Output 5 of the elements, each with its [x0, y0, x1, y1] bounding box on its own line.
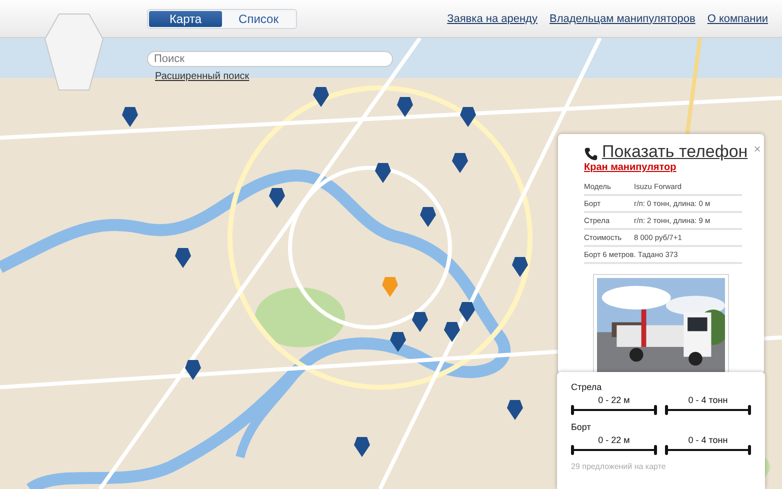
nav-link[interactable]: Владельцам манипуляторов	[549, 12, 696, 24]
view-tab[interactable]: Список	[222, 10, 295, 26]
nav-link[interactable]: Заявка на аренду	[447, 12, 538, 24]
nav-link[interactable]: О компании	[707, 12, 768, 24]
view-tab[interactable]: Карта	[149, 10, 222, 26]
